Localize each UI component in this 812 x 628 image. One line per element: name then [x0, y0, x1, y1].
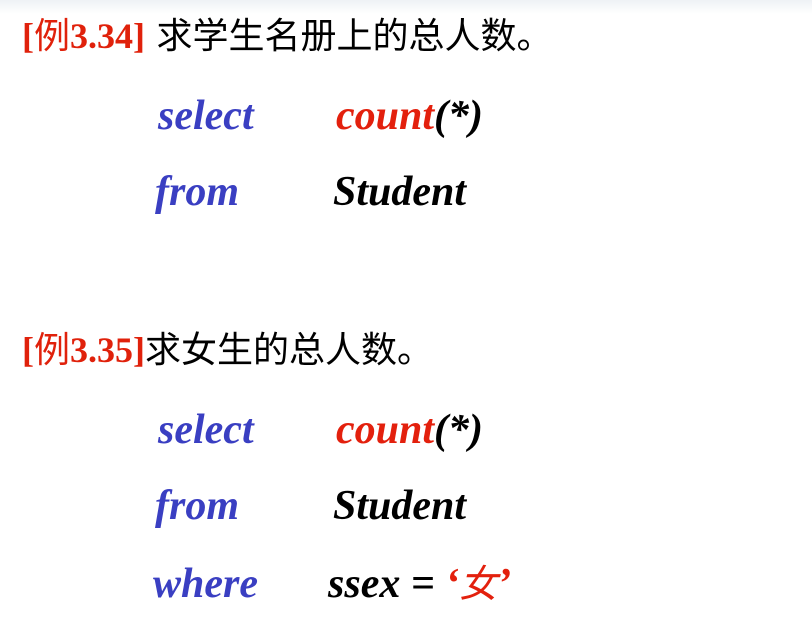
literal-quote-close: ’: [497, 561, 512, 607]
sql-from-keyword: from: [155, 169, 239, 215]
count-function: count: [336, 93, 435, 139]
sql-count-expression: count(*): [336, 406, 483, 454]
count-function: count: [336, 407, 435, 453]
sql-where-keyword: where: [153, 561, 258, 607]
count-args: (*): [434, 93, 484, 139]
sql-table-name: Student: [333, 169, 467, 215]
count-args: (*): [434, 407, 484, 453]
sql-select-keyword: select: [158, 93, 254, 139]
slide: [例3.34] 求学生名册上的总人数。 select count(*) from…: [0, 0, 812, 628]
sql-where-condition: ssex = ‘女’: [328, 560, 511, 608]
example-title: 求女生的总人数。: [145, 330, 434, 371]
literal-value: 女: [459, 562, 498, 606]
example-title: 求学生名册上的总人数。: [145, 16, 553, 57]
condition-expression: ssex =: [328, 561, 446, 607]
example-3-35-heading: [例3.35]求女生的总人数。: [22, 328, 433, 373]
sql-count-expression: count(*): [336, 92, 483, 140]
example-3-34-heading: [例3.34] 求学生名册上的总人数。: [22, 14, 552, 59]
example-label: [例3.35]: [22, 330, 146, 371]
example-label: [例3.34]: [22, 16, 146, 57]
sql-from-keyword: from: [155, 483, 239, 529]
sql-table-name: Student: [333, 483, 467, 529]
sql-select-keyword: select: [158, 407, 254, 453]
literal-quote-open: ‘: [445, 561, 460, 607]
